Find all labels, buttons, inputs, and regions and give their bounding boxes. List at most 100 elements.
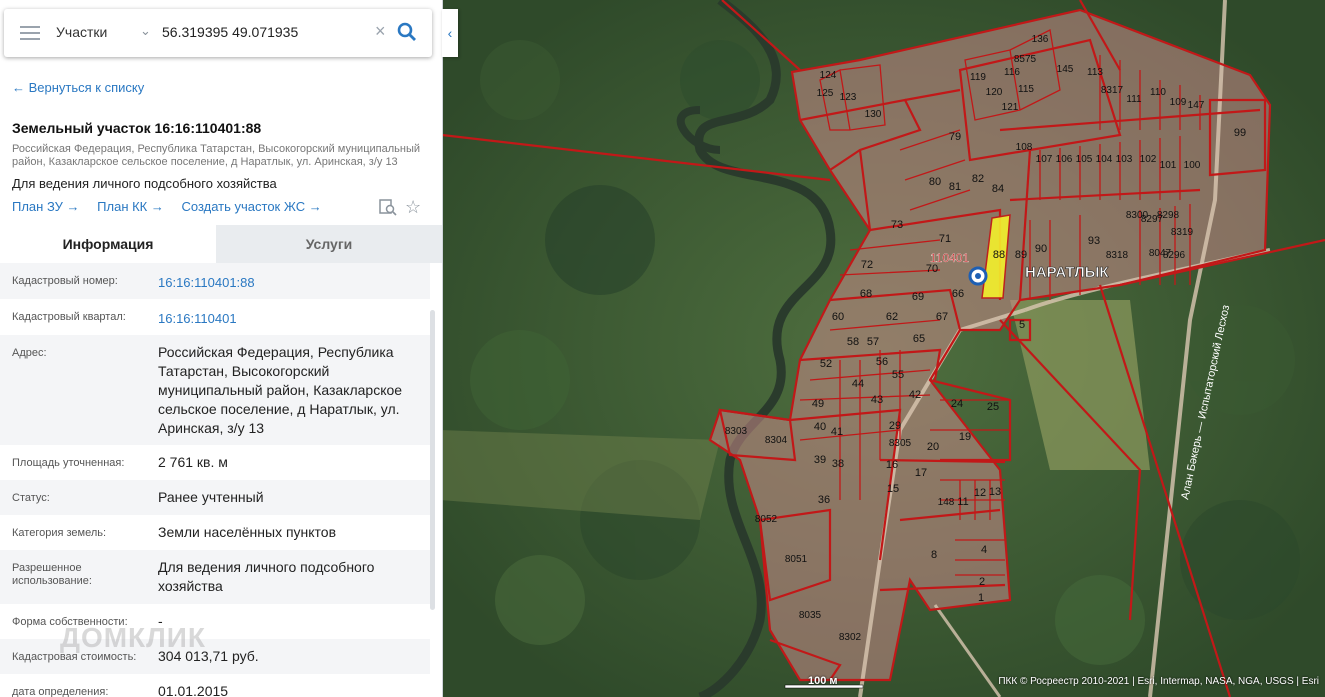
- parcel-label-24[interactable]: 24: [951, 398, 963, 410]
- create-parcel-link[interactable]: Создать участок ЖС →: [182, 199, 322, 214]
- parcel-label-100[interactable]: 100: [1184, 160, 1201, 171]
- parcel-label-66[interactable]: 66: [952, 288, 964, 300]
- parcel-label-148[interactable]: 148: [938, 497, 955, 508]
- parcel-label-136[interactable]: 136: [1032, 34, 1049, 45]
- parcel-label-8303[interactable]: 8303: [725, 426, 748, 437]
- parcel-label-8035[interactable]: 8035: [799, 610, 822, 621]
- parcel-label-81[interactable]: 81: [949, 181, 961, 193]
- parcel-label-116[interactable]: 116: [1004, 67, 1020, 78]
- parcel-label-12[interactable]: 12: [974, 487, 986, 499]
- parcel-label-102[interactable]: 102: [1140, 154, 1157, 165]
- parcel-label-56[interactable]: 56: [876, 356, 888, 368]
- parcel-label-8052[interactable]: 8052: [755, 514, 778, 525]
- cadastral-quarter-link[interactable]: 16:16:110401: [158, 309, 423, 328]
- parcel-label-39[interactable]: 39: [814, 454, 826, 466]
- parcel-label-67[interactable]: 67: [936, 311, 948, 323]
- search-input[interactable]: 56.319395 49.071935: [162, 24, 298, 40]
- tab-services[interactable]: Услуги: [216, 225, 442, 263]
- parcel-label-52[interactable]: 52: [820, 358, 832, 370]
- parcel-label-68[interactable]: 68: [860, 288, 872, 300]
- parcel-label-11[interactable]: 11: [957, 496, 968, 508]
- parcel-label-88[interactable]: 88: [993, 249, 1005, 261]
- parcel-label-104[interactable]: 104: [1096, 154, 1113, 165]
- parcel-label-36[interactable]: 36: [818, 494, 830, 506]
- parcel-label-8575[interactable]: 8575: [1014, 54, 1037, 65]
- parcel-label-8298[interactable]: 8298: [1157, 210, 1180, 221]
- parcel-label-79[interactable]: 79: [949, 131, 961, 143]
- parcel-label-147[interactable]: 147: [1188, 100, 1205, 111]
- parcel-label-42[interactable]: 42: [909, 389, 921, 401]
- parcel-label-99[interactable]: 99: [1234, 127, 1246, 139]
- menu-icon[interactable]: [20, 26, 40, 40]
- parcel-label-125[interactable]: 125: [817, 88, 834, 99]
- parcel-label-101[interactable]: 101: [1160, 160, 1177, 171]
- parcel-label-8317[interactable]: 8317: [1101, 85, 1124, 96]
- search-icon[interactable]: [396, 21, 418, 43]
- parcel-label-15[interactable]: 15: [887, 483, 899, 495]
- parcel-label-89[interactable]: 89: [1015, 249, 1027, 261]
- parcel-label-105[interactable]: 105: [1076, 154, 1093, 165]
- parcel-label-109[interactable]: 109: [1170, 97, 1187, 108]
- parcel-label-73[interactable]: 73: [891, 219, 903, 231]
- parcel-label-123[interactable]: 123: [840, 92, 857, 103]
- parcel-label-119[interactable]: 119: [970, 72, 986, 83]
- parcel-label-43[interactable]: 43: [871, 394, 883, 406]
- parcel-label-8302[interactable]: 8302: [839, 632, 862, 643]
- parcel-label-29[interactable]: 29: [889, 420, 901, 432]
- parcel-label-110[interactable]: 110: [1150, 87, 1166, 98]
- star-icon[interactable]: ☆: [405, 197, 421, 218]
- parcel-label-58[interactable]: 58: [847, 336, 859, 348]
- plan-zu-link[interactable]: План ЗУ →: [12, 199, 80, 214]
- parcel-label-38[interactable]: 38: [832, 458, 844, 470]
- parcel-label-8305[interactable]: 8305: [889, 438, 912, 449]
- parcel-label-5[interactable]: 5: [1019, 319, 1025, 331]
- parcel-label-8318[interactable]: 8318: [1106, 250, 1129, 261]
- zoom-to-parcel-icon[interactable]: [379, 198, 397, 216]
- parcel-label-107[interactable]: 107: [1036, 154, 1053, 165]
- parcel-label-4[interactable]: 4: [981, 544, 987, 556]
- parcel-label-115[interactable]: 115: [1018, 84, 1034, 95]
- chevron-down-icon[interactable]: ⌄: [140, 23, 151, 39]
- parcel-label-108[interactable]: 108: [1016, 142, 1033, 153]
- parcel-label-49[interactable]: 49: [812, 398, 824, 410]
- collapse-panel-button[interactable]: ‹: [442, 9, 458, 57]
- parcel-label-65[interactable]: 65: [913, 333, 925, 345]
- parcel-label-72[interactable]: 72: [861, 259, 873, 271]
- parcel-label-113[interactable]: 113: [1087, 67, 1103, 78]
- parcel-label-71[interactable]: 71: [939, 233, 951, 245]
- parcel-label-20[interactable]: 20: [927, 441, 939, 453]
- parcel-label-8296[interactable]: 8296: [1163, 250, 1186, 261]
- parcel-label-62[interactable]: 62: [886, 311, 898, 323]
- parcel-label-69[interactable]: 69: [912, 291, 924, 303]
- parcel-label-8319[interactable]: 8319: [1171, 227, 1194, 238]
- plan-kk-link[interactable]: План КК →: [97, 199, 164, 214]
- layer-select[interactable]: Участки: [56, 24, 107, 40]
- parcel-label-121[interactable]: 121: [1002, 102, 1019, 113]
- parcel-label-40[interactable]: 40: [814, 421, 826, 433]
- parcel-label-93[interactable]: 93: [1088, 235, 1100, 247]
- parcel-label-57[interactable]: 57: [867, 336, 879, 348]
- parcel-label-106[interactable]: 106: [1056, 154, 1073, 165]
- parcel-label-1[interactable]: 1: [978, 592, 984, 604]
- parcel-label-8051[interactable]: 8051: [785, 554, 808, 565]
- parcel-label-41[interactable]: 41: [831, 426, 843, 438]
- panel-scrollbar[interactable]: [430, 310, 435, 610]
- parcel-label-44[interactable]: 44: [852, 378, 864, 390]
- parcel-label-111[interactable]: 111: [1126, 94, 1142, 105]
- back-to-list-link[interactable]: ← Вернуться к списку: [12, 80, 144, 95]
- cadastral-number-link[interactable]: 16:16:110401:88: [158, 273, 423, 292]
- parcel-label-90[interactable]: 90: [1035, 243, 1047, 255]
- parcel-label-2[interactable]: 2: [979, 576, 985, 588]
- location-marker-icon[interactable]: [968, 266, 988, 286]
- parcel-label-145[interactable]: 145: [1057, 64, 1074, 75]
- parcel-label-103[interactable]: 103: [1116, 154, 1133, 165]
- parcel-label-25[interactable]: 25: [987, 401, 999, 413]
- parcel-label-55[interactable]: 55: [892, 369, 904, 381]
- parcel-label-124[interactable]: 124: [820, 70, 837, 81]
- parcel-label-13[interactable]: 13: [989, 486, 1001, 498]
- parcel-label-84[interactable]: 84: [992, 183, 1004, 195]
- parcel-label-8[interactable]: 8: [931, 549, 937, 561]
- parcel-label-80[interactable]: 80: [929, 176, 941, 188]
- parcel-label-60[interactable]: 60: [832, 311, 844, 323]
- tab-info[interactable]: Информация: [0, 225, 216, 263]
